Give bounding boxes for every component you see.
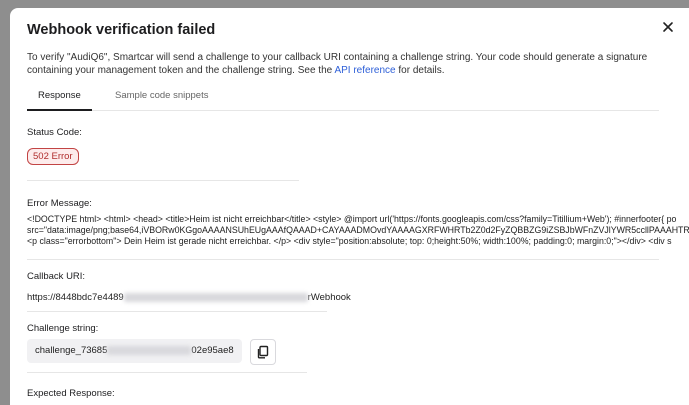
challenge-end: 02e95ae8 [191, 345, 234, 356]
challenge-string-field[interactable]: challenge_73685 02e95ae8 [27, 339, 242, 363]
callback-uri-label: Callback URI: [27, 271, 86, 282]
status-code-label: Status Code: [27, 127, 82, 138]
divider [27, 372, 307, 373]
divider [27, 259, 659, 260]
divider [27, 311, 327, 312]
callback-uri-start: https://8448bdc7e4489 [27, 292, 124, 303]
error-line: <p class="errorbottom"> Dein Heim ist ge… [27, 236, 672, 246]
challenge-string-label: Challenge string: [27, 323, 99, 334]
error-line: src="data:image/png;base64,iVBORw0KGgoAA… [27, 225, 689, 235]
error-message-text: <!DOCTYPE html> <html> <head> <title>Hei… [27, 214, 689, 247]
description-suffix: for details. [395, 64, 445, 76]
callback-uri-end: rWebhook [307, 292, 351, 303]
api-reference-link[interactable]: API reference [334, 65, 395, 76]
modal-title: Webhook verification failed [27, 22, 216, 38]
callback-uri-value: https://8448bdc7e4489 rWebhook [27, 292, 351, 303]
divider [27, 180, 299, 181]
challenge-start: challenge_73685 [35, 345, 108, 356]
expected-response-label: Expected Response: [27, 388, 115, 399]
webhook-verification-modal: Webhook verification failed To verify "A… [10, 8, 689, 405]
tab-sample-code-snippets[interactable]: Sample code snippets [115, 90, 208, 109]
redacted-blur [107, 345, 192, 355]
status-badge: 502 Error [27, 148, 79, 165]
error-message-label: Error Message: [27, 198, 92, 209]
error-line: <!DOCTYPE html> <html> <head> <title>Hei… [27, 214, 677, 224]
tab-response[interactable]: Response [27, 90, 92, 111]
copy-icon [257, 345, 269, 359]
tab-bar: Response Sample code snippets [27, 90, 659, 111]
copy-button[interactable] [250, 339, 276, 365]
redacted-blur [123, 292, 308, 302]
modal-description: To verify "AudiQ6", Smartcar will send a… [27, 52, 667, 77]
close-icon[interactable] [660, 19, 676, 35]
